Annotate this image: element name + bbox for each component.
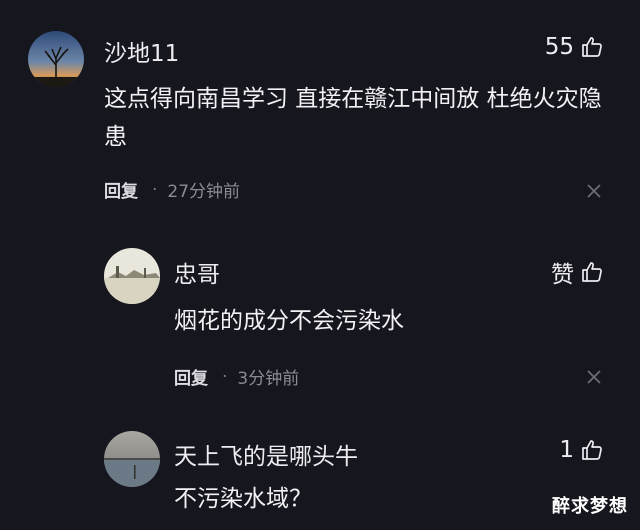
separator-dot: · xyxy=(152,179,158,200)
like-button[interactable]: 赞 xyxy=(551,255,604,289)
sunset-tree-avatar-icon xyxy=(28,31,84,87)
comment-meta: 回复 · 27分钟前 xyxy=(104,177,241,203)
comment-1: 沙地11 55 这点得向南昌学习 直接在赣江中间放 杜绝火灾隐患 回复 · 27… xyxy=(0,0,640,210)
timestamp: 27分钟前 xyxy=(167,182,241,202)
like-count: 赞 xyxy=(551,262,574,288)
thumbs-up-icon xyxy=(582,37,602,57)
user-avatar[interactable] xyxy=(104,431,160,487)
username[interactable]: 沙地11 xyxy=(104,34,179,68)
watermark: 醉求梦想 xyxy=(552,496,628,517)
comment-text: 不污染水域？ xyxy=(174,486,312,512)
user-avatar[interactable] xyxy=(28,31,84,87)
comment-text: 这点得向南昌学习 直接在赣江中间放 杜绝火灾隐患 xyxy=(104,86,602,150)
close-icon[interactable] xyxy=(584,367,604,387)
landscape-avatar-icon xyxy=(104,248,160,304)
username[interactable]: 忠哥 xyxy=(174,255,220,289)
reply-button[interactable]: 回复 xyxy=(104,177,138,202)
close-icon[interactable] xyxy=(584,181,604,201)
comment-text: 烟花的成分不会污染水 xyxy=(174,308,404,334)
reply-button[interactable]: 回复 xyxy=(174,364,208,389)
thumbs-up-icon xyxy=(582,262,602,282)
lake-avatar-icon xyxy=(104,431,160,487)
like-count: 55 xyxy=(544,34,574,60)
comment-2: 忠哥 赞 烟花的成分不会污染水 回复 · 3分钟前 xyxy=(0,210,640,400)
like-button[interactable]: 55 xyxy=(545,34,604,60)
comment-meta: 回复 · 3分钟前 xyxy=(174,364,300,390)
user-avatar[interactable] xyxy=(104,248,160,304)
like-count: 1 xyxy=(559,437,574,463)
separator-dot: · xyxy=(222,366,228,387)
timestamp: 3分钟前 xyxy=(237,369,300,389)
thumbs-up-icon xyxy=(582,440,602,460)
like-button[interactable]: 1 xyxy=(559,437,604,463)
comment-3: 天上飞的是哪头牛 1 不污染水域？ xyxy=(0,400,640,530)
username[interactable]: 天上飞的是哪头牛 xyxy=(174,437,358,471)
